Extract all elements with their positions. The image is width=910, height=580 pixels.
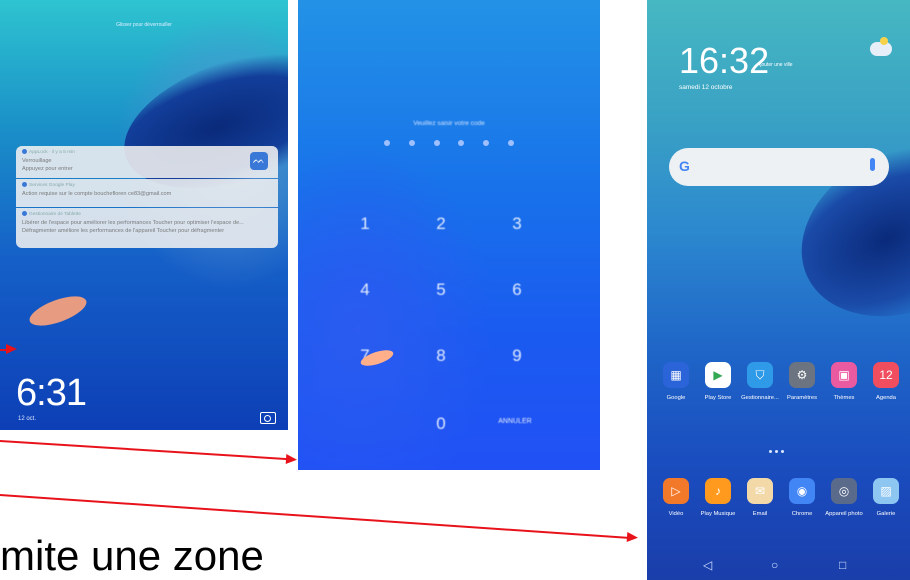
tablet-manager-icon: [22, 211, 27, 217]
app-label: Thèmes: [833, 395, 855, 401]
nav-recent-icon[interactable]: □: [839, 558, 846, 572]
wallpaper-wave: [773, 111, 910, 349]
chrome-icon: ◉: [789, 478, 815, 504]
key-2[interactable]: 2: [426, 214, 456, 234]
app-label: Chrome: [791, 511, 813, 517]
add-city-link[interactable]: Ajouter une ville: [757, 62, 793, 68]
app-label: Google: [666, 395, 686, 401]
app-label: Vidéo: [668, 511, 684, 517]
pin-dot: [433, 140, 440, 146]
applock-badge-icon: ᨓ: [250, 152, 268, 170]
page-dot: [775, 450, 778, 453]
app-chrome[interactable]: ◉ Chrome: [781, 478, 823, 517]
gallery-icon: ▨: [873, 478, 899, 504]
mic-icon[interactable]: [870, 158, 875, 171]
home-screen-panel: 16:32 Ajouter une ville samedi 12 octobr…: [647, 0, 910, 580]
notification-app: AppLock: [29, 150, 48, 155]
app-play-store[interactable]: ▶ Play Store: [697, 362, 739, 401]
pin-dot: [384, 140, 390, 146]
key-5[interactable]: 5: [426, 280, 456, 300]
weather-icon[interactable]: [870, 37, 892, 56]
notification-google-play[interactable]: Services Google Play Action requise sur …: [16, 179, 278, 207]
camera-shortcut-icon[interactable]: [260, 412, 276, 424]
page-dot: [769, 450, 772, 453]
unlock-hint: Glisser pour déverrouiller: [116, 22, 172, 28]
arrow-2-head: [285, 454, 298, 465]
page-indicator: [769, 450, 784, 453]
google-logo-icon: G: [679, 158, 690, 174]
key-3[interactable]: 3: [502, 214, 532, 234]
page-dot: [781, 450, 784, 453]
arrow-3-head: [626, 532, 639, 543]
notification-text: Libérer de l'espace pour améliorer les p…: [22, 220, 244, 234]
app-paramètres[interactable]: ⚙ Paramètres: [781, 362, 823, 401]
wallpaper-swoosh: [26, 290, 90, 332]
arrow-2-line: [0, 440, 290, 461]
app-label: Appareil photo: [825, 511, 863, 517]
nav-home-icon[interactable]: ○: [771, 558, 778, 572]
lock-screen-panel: Glisser pour déverrouiller AppLock · il …: [0, 0, 288, 430]
app-google[interactable]: ▦ Google: [655, 362, 697, 401]
notification-app: Services Google Play: [29, 183, 75, 188]
notification-tablet-manager[interactable]: Gestionnaire de Tablette Libérer de l'es…: [16, 208, 278, 248]
app-label: Gestionnaire...: [741, 395, 779, 401]
app-play-musique[interactable]: ♪ Play Musique: [697, 478, 739, 517]
video-icon: ▷: [663, 478, 689, 504]
app-label: Galerie: [876, 511, 896, 517]
notification-title: Verrouillage: [22, 158, 52, 164]
home-date: samedi 12 octobre: [679, 84, 733, 91]
key-0[interactable]: 0: [426, 414, 456, 434]
pin-dot: [458, 140, 465, 146]
nav-back-icon[interactable]: ◁: [703, 558, 712, 572]
email-icon: ✉: [747, 478, 773, 504]
folder-icon: ▦: [663, 362, 689, 388]
app-gestionnaire[interactable]: ⛉ Gestionnaire...: [739, 362, 781, 401]
shield-icon: ⛉: [747, 362, 773, 388]
calendar-icon: 12: [873, 362, 899, 388]
app-label: Play Store: [704, 395, 732, 401]
notification-meta: · il y a 5 min: [49, 150, 75, 155]
notification-text: Action requise sur le compte boucheflore…: [22, 191, 172, 197]
app-thèmes[interactable]: ▣ Thèmes: [823, 362, 865, 401]
key-8[interactable]: 8: [426, 346, 456, 366]
lock-clock: 6:31: [16, 372, 87, 414]
key-4[interactable]: 4: [350, 280, 380, 300]
pin-dot: [408, 140, 415, 146]
key-9[interactable]: 9: [502, 346, 532, 366]
notification-text: Appuyez pour entrer: [22, 166, 73, 172]
arrow-1-head: [6, 344, 17, 354]
app-label: Paramètres: [787, 395, 817, 401]
key-6[interactable]: 6: [502, 280, 532, 300]
notification-applock[interactable]: AppLock · il y a 5 min Verrouillage Appu…: [16, 146, 278, 178]
app-agenda[interactable]: 12 Agenda: [865, 362, 907, 401]
music-icon: ♪: [705, 478, 731, 504]
pin-prompt: Veuillez saisir votre code: [413, 120, 485, 127]
home-clock: 16:32: [679, 40, 770, 81]
brush-icon: ▣: [831, 362, 857, 388]
caption-text: mite une zone: [0, 532, 264, 579]
cancel-button[interactable]: ANNULER: [490, 418, 540, 425]
app-label: Play Musique: [700, 511, 736, 517]
google-play-services-icon: [22, 182, 27, 188]
app-vidéo[interactable]: ▷ Vidéo: [655, 478, 697, 517]
play-store-icon: ▶: [705, 362, 731, 388]
app-email[interactable]: ✉ Email: [739, 478, 781, 517]
pin-dot: [507, 140, 514, 146]
pin-dot: [483, 140, 490, 146]
camera-icon: ◎: [831, 478, 857, 504]
pin-dots: [384, 140, 514, 146]
applock-icon: [22, 149, 27, 155]
google-search-bar[interactable]: G: [669, 148, 889, 186]
notification-app: Gestionnaire de Tablette: [29, 212, 81, 217]
lock-date: 12 oct.: [18, 416, 37, 422]
app-label: Agenda: [876, 395, 896, 401]
pin-screen-panel: Veuillez saisir votre code 1 2 3 4 5 6 7…: [298, 0, 600, 470]
gear-icon: ⚙: [789, 362, 815, 388]
key-1[interactable]: 1: [350, 214, 380, 234]
app-appareil-photo[interactable]: ◎ Appareil photo: [823, 478, 865, 517]
app-galerie[interactable]: ▨ Galerie: [865, 478, 907, 517]
app-label: Email: [752, 511, 768, 517]
